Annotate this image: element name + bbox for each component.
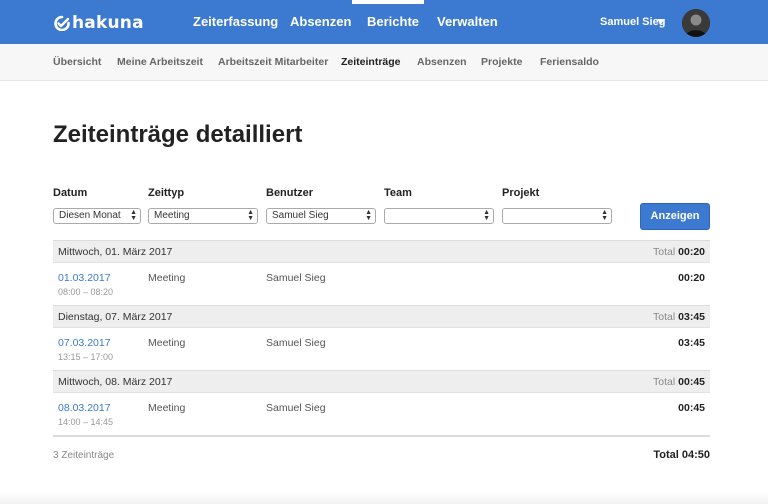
sub-navigation: Übersicht Meine Arbeitszeit Arbeitszeit …	[0, 44, 768, 81]
day-total: Total 00:45	[653, 371, 705, 394]
entry-type: Meeting	[148, 402, 186, 414]
caret-down-icon[interactable]	[657, 19, 665, 24]
day-group-header: Mittwoch, 08. März 2017 Total 00:45	[53, 370, 710, 393]
subnav-uebersicht[interactable]: Übersicht	[53, 44, 101, 80]
day-title: Dienstag, 07. März 2017	[58, 311, 173, 323]
table-divider	[53, 435, 710, 437]
top-navigation-bar: hakuna Zeiterfassung Absenzen Berichte V…	[0, 0, 768, 44]
filter-label-datum: Datum	[53, 187, 88, 199]
page-bottom-edge	[0, 492, 768, 504]
entries-count: 3 Zeiteinträge	[53, 450, 115, 461]
subnav-feriensaldo[interactable]: Feriensaldo	[540, 44, 599, 80]
hakuna-logo-icon	[54, 15, 70, 31]
entry-date-link[interactable]: 01.03.2017	[58, 272, 111, 284]
filter-label-projekt: Projekt	[502, 187, 540, 199]
brand-name: hakuna	[72, 13, 144, 33]
projekt-select[interactable]: ▲ ▼	[502, 208, 612, 224]
time-entries-table: Mittwoch, 01. März 2017 Total 00:20 01.0…	[53, 240, 710, 437]
entry-date-link[interactable]: 07.03.2017	[58, 337, 111, 349]
entry-time-range: 13:15 – 17:00	[58, 352, 114, 362]
benutzer-select[interactable]: Samuel Sieg ▲ ▼	[266, 208, 376, 224]
nav-absenzen[interactable]: Absenzen	[290, 0, 351, 44]
day-total: Total 03:45	[653, 306, 705, 329]
datum-select[interactable]: Diesen Monat ▲ ▼	[53, 208, 141, 224]
nav-berichte[interactable]: Berichte	[367, 0, 419, 44]
subnav-zeiteintraege[interactable]: Zeiteinträge	[341, 44, 401, 80]
datum-select-value: Diesen Monat	[59, 210, 121, 221]
entry-type: Meeting	[148, 337, 186, 349]
day-total-label: Total	[653, 311, 676, 323]
entry-time-range: 08:00 – 08:20	[58, 287, 114, 297]
user-menu[interactable]: Samuel Sieg	[600, 0, 665, 44]
subnav-projekte[interactable]: Projekte	[481, 44, 522, 80]
zeittyp-select[interactable]: Meeting ▲ ▼	[148, 208, 258, 224]
select-arrows-icon: ▲ ▼	[365, 209, 372, 222]
brand-logo[interactable]: hakuna	[53, 12, 144, 34]
grand-total: Total 04:50	[653, 449, 710, 461]
entry-duration: 00:45	[678, 402, 705, 414]
team-select[interactable]: ▲ ▼	[384, 208, 494, 224]
entry-user: Samuel Sieg	[266, 337, 326, 349]
select-arrows-icon: ▲ ▼	[130, 209, 137, 222]
filter-label-benutzer: Benutzer	[266, 187, 314, 199]
zeittyp-select-value: Meeting	[154, 210, 190, 221]
subnav-arbeitszeit-mitarbeiter[interactable]: Arbeitszeit Mitarbeiter	[218, 44, 328, 80]
table-row: 07.03.2017 13:15 – 17:00 Meeting Samuel …	[53, 328, 710, 370]
day-title: Mittwoch, 01. März 2017	[58, 246, 173, 258]
entry-time-range: 14:00 – 14:45	[58, 417, 114, 427]
subnav-meine-arbeitszeit[interactable]: Meine Arbeitszeit	[117, 44, 203, 80]
day-total-value: 00:20	[678, 246, 705, 258]
entry-user: Samuel Sieg	[266, 402, 326, 414]
benutzer-select-value: Samuel Sieg	[272, 210, 329, 221]
day-total-value: 00:45	[678, 376, 705, 388]
user-avatar-image	[682, 9, 710, 37]
select-arrows-icon: ▲ ▼	[601, 209, 608, 222]
day-total: Total 00:20	[653, 241, 705, 264]
day-title: Mittwoch, 08. März 2017	[58, 376, 173, 388]
day-group-header: Dienstag, 07. März 2017 Total 03:45	[53, 305, 710, 328]
table-row: 01.03.2017 08:00 – 08:20 Meeting Samuel …	[53, 263, 710, 305]
entry-type: Meeting	[148, 272, 186, 284]
entry-duration: 03:45	[678, 337, 705, 349]
day-total-label: Total	[653, 376, 676, 388]
select-arrows-icon: ▲ ▼	[247, 209, 254, 222]
entry-duration: 00:20	[678, 272, 705, 284]
day-total-label: Total	[653, 246, 676, 258]
entry-date-link[interactable]: 08.03.2017	[58, 402, 111, 414]
anzeigen-button[interactable]: Anzeigen	[640, 203, 710, 230]
nav-zeiterfassung[interactable]: Zeiterfassung	[193, 0, 278, 44]
day-group-header: Mittwoch, 01. März 2017 Total 00:20	[53, 240, 710, 263]
filter-label-zeittyp: Zeittyp	[148, 187, 185, 199]
day-total-value: 03:45	[678, 311, 705, 323]
nav-verwalten[interactable]: Verwalten	[437, 0, 498, 44]
table-row: 08.03.2017 14:00 – 14:45 Meeting Samuel …	[53, 393, 710, 435]
subnav-absenzen[interactable]: Absenzen	[417, 44, 467, 80]
page-title: Zeiteinträge detailliert	[53, 121, 303, 148]
avatar[interactable]	[682, 9, 710, 37]
filter-label-team: Team	[384, 187, 412, 199]
entry-user: Samuel Sieg	[266, 272, 326, 284]
select-arrows-icon: ▲ ▼	[483, 209, 490, 222]
